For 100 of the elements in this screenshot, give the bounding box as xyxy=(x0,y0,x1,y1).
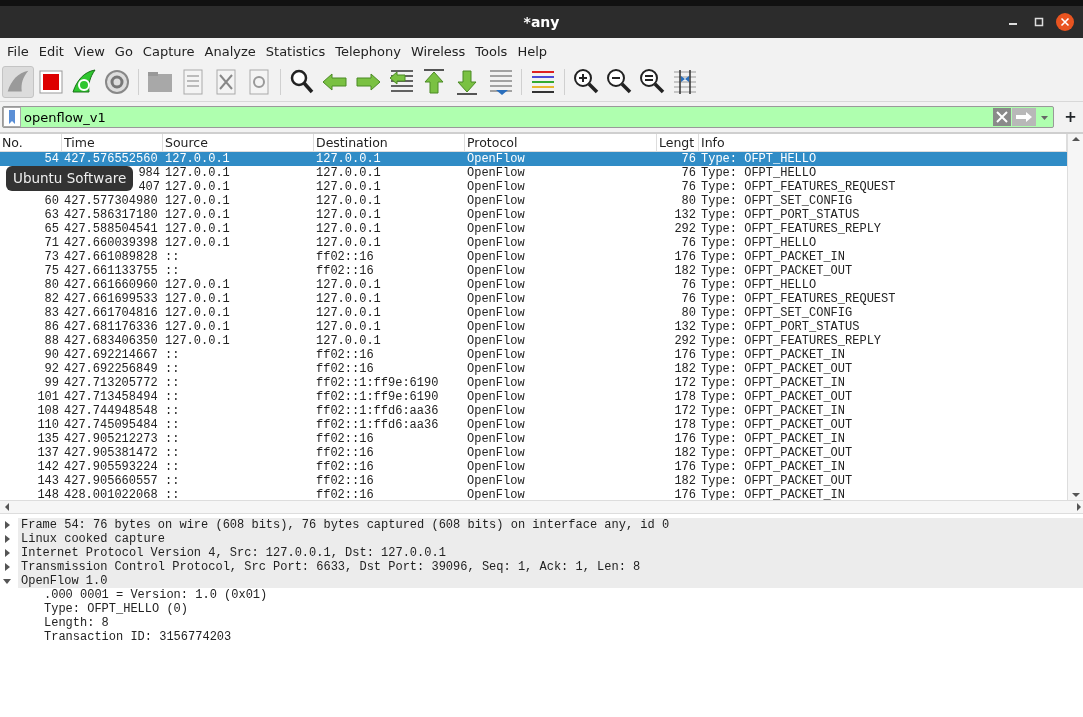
table-cell: 143 xyxy=(37,474,59,488)
table-cell: 76 xyxy=(681,292,696,306)
scroll-left-icon[interactable] xyxy=(3,502,11,512)
table-cell[interactable]: Type: OFPT_PACKET_IN xyxy=(701,376,846,390)
table-cell: :: xyxy=(165,264,180,278)
table-cell: OpenFlow xyxy=(467,166,525,180)
table-cell[interactable]: Type: OFPT_FEATURES_REPLY xyxy=(701,334,882,348)
tree-item[interactable]: Linux cooked capture xyxy=(18,532,166,546)
menu-item[interactable]: Help xyxy=(512,42,552,62)
close-icon[interactable] xyxy=(1055,12,1075,32)
column-header[interactable]: Destination xyxy=(314,134,465,151)
scroll-right-icon[interactable] xyxy=(1075,502,1083,512)
table-cell[interactable]: Type: OFPT_HELLO xyxy=(701,152,817,166)
bookmark-icon xyxy=(3,107,21,127)
menu-item[interactable]: Telephony xyxy=(330,42,406,62)
table-cell: 427.713205772 xyxy=(64,376,158,390)
table-cell: 76 xyxy=(681,152,696,166)
table-cell: 80 xyxy=(44,278,59,292)
column-header[interactable]: Source xyxy=(163,134,314,151)
table-cell: 86 xyxy=(44,320,59,334)
table-cell[interactable]: Type: OFPT_HELLO xyxy=(701,278,817,292)
scroll-up-icon[interactable] xyxy=(1070,134,1081,144)
table-cell: 176 xyxy=(674,432,696,446)
expand-arrow-icon[interactable] xyxy=(2,562,12,572)
table-cell[interactable]: Type: OFPT_PORT_STATUS xyxy=(701,320,860,334)
menu-item[interactable]: Statistics xyxy=(260,42,331,62)
table-cell: OpenFlow xyxy=(467,348,525,362)
table-cell: 427.905660557 xyxy=(64,474,158,488)
table-cell[interactable]: Type: OFPT_FEATURES_REQUEST xyxy=(701,180,896,194)
add-filter-button[interactable]: + xyxy=(1059,104,1081,130)
table-cell[interactable]: Type: OFPT_PACKET_IN xyxy=(701,432,846,446)
table-cell: ff02::1:ffd6:aa36 xyxy=(316,404,439,418)
table-cell: 182 xyxy=(674,474,696,488)
expand-arrow-icon[interactable] xyxy=(2,548,12,558)
table-cell[interactable]: Type: OFPT_HELLO xyxy=(701,166,817,180)
table-cell: 427.683406350 xyxy=(64,334,158,348)
tree-item[interactable]: OpenFlow 1.0 xyxy=(18,574,108,588)
tree-item[interactable]: Length: 8 xyxy=(41,616,109,630)
table-cell: 127.0.0.1 xyxy=(165,320,230,334)
table-cell[interactable]: Type: OFPT_SET_CONFIG xyxy=(701,306,853,320)
table-cell: 182 xyxy=(674,362,696,376)
table-cell: 127.0.0.1 xyxy=(165,166,230,180)
filter-input[interactable]: openflow_v1 xyxy=(21,107,993,127)
collapse-arrow-icon[interactable] xyxy=(2,576,12,586)
table-cell[interactable]: Type: OFPT_PACKET_IN xyxy=(701,348,846,362)
menu-item[interactable]: Capture xyxy=(137,42,200,62)
table-cell: OpenFlow xyxy=(467,278,525,292)
table-cell: 127.0.0.1 xyxy=(316,208,381,222)
expand-arrow-icon[interactable] xyxy=(2,520,12,530)
table-cell: OpenFlow xyxy=(467,236,525,250)
column-header[interactable]: Protocol xyxy=(465,134,657,151)
table-cell: 407 xyxy=(138,180,160,194)
table-cell[interactable]: Type: OFPT_PACKET_IN xyxy=(701,250,846,264)
table-cell: 75 xyxy=(44,264,59,278)
table-cell[interactable]: Type: OFPT_PACKET_IN xyxy=(701,460,846,474)
table-cell[interactable]: Type: OFPT_PACKET_OUT xyxy=(701,390,853,404)
table-cell: 172 xyxy=(674,404,696,418)
table-cell[interactable]: Type: OFPT_PACKET_OUT xyxy=(701,264,853,278)
tree-item[interactable]: Transaction ID: 3156774203 xyxy=(41,630,232,644)
menu-item[interactable]: Analyze xyxy=(199,42,261,62)
table-cell: 99 xyxy=(44,376,59,390)
table-cell: 127.0.0.1 xyxy=(316,306,381,320)
table-cell: 92 xyxy=(44,362,59,376)
menu-item[interactable]: Go xyxy=(109,42,138,62)
table-cell[interactable]: Type: OFPT_PACKET_OUT xyxy=(701,418,853,432)
table-cell: OpenFlow xyxy=(467,376,525,390)
clear-icon[interactable] xyxy=(992,108,1011,126)
table-cell: 127.0.0.1 xyxy=(165,152,230,166)
menu-item[interactable]: Wireless xyxy=(405,42,471,62)
table-cell[interactable]: Type: OFPT_PACKET_OUT xyxy=(701,362,853,376)
table-cell: 148 xyxy=(37,488,59,500)
menu-item[interactable]: Tools xyxy=(470,42,513,62)
menu-item[interactable]: File xyxy=(2,42,34,62)
table-cell[interactable]: Type: OFPT_PACKET_IN xyxy=(701,488,846,500)
table-cell[interactable]: Type: OFPT_FEATURES_REPLY xyxy=(701,222,882,236)
table-cell: :: xyxy=(165,488,180,500)
table-cell: :: xyxy=(165,348,180,362)
table-cell: 80 xyxy=(681,306,696,320)
column-header[interactable]: No. xyxy=(0,134,62,151)
tooltip: Ubuntu Software xyxy=(6,166,134,191)
table-cell[interactable]: Type: OFPT_HELLO xyxy=(701,236,817,250)
table-cell: 135 xyxy=(37,432,59,446)
table-cell: 427.692256849 xyxy=(64,362,158,376)
table-cell[interactable]: Type: OFPT_PACKET_IN xyxy=(701,404,846,418)
expand-arrow-icon[interactable] xyxy=(2,534,12,544)
tree-item[interactable]: .000 0001 = Version: 1.0 (0x01) xyxy=(41,588,268,602)
table-cell: 984 xyxy=(138,166,160,180)
table-cell: 182 xyxy=(674,264,696,278)
table-cell[interactable]: Type: OFPT_PORT_STATUS xyxy=(701,208,860,222)
filter-field[interactable]: openflow_v1 xyxy=(2,106,1054,128)
table-cell: 427.692214667 xyxy=(64,348,158,362)
table-cell[interactable]: Type: OFPT_FEATURES_REQUEST xyxy=(701,292,896,306)
table-cell[interactable]: Type: OFPT_PACKET_OUT xyxy=(701,474,853,488)
menu-item[interactable]: View xyxy=(68,42,110,62)
menu-item[interactable]: Edit xyxy=(33,42,69,62)
column-header[interactable]: Lengt xyxy=(657,134,699,151)
column-header[interactable]: Time xyxy=(62,134,163,151)
table-cell[interactable]: Type: OFPT_PACKET_OUT xyxy=(701,446,853,460)
tree-item[interactable]: Type: OFPT_HELLO (0) xyxy=(41,602,189,616)
table-cell[interactable]: Type: OFPT_SET_CONFIG xyxy=(701,194,853,208)
